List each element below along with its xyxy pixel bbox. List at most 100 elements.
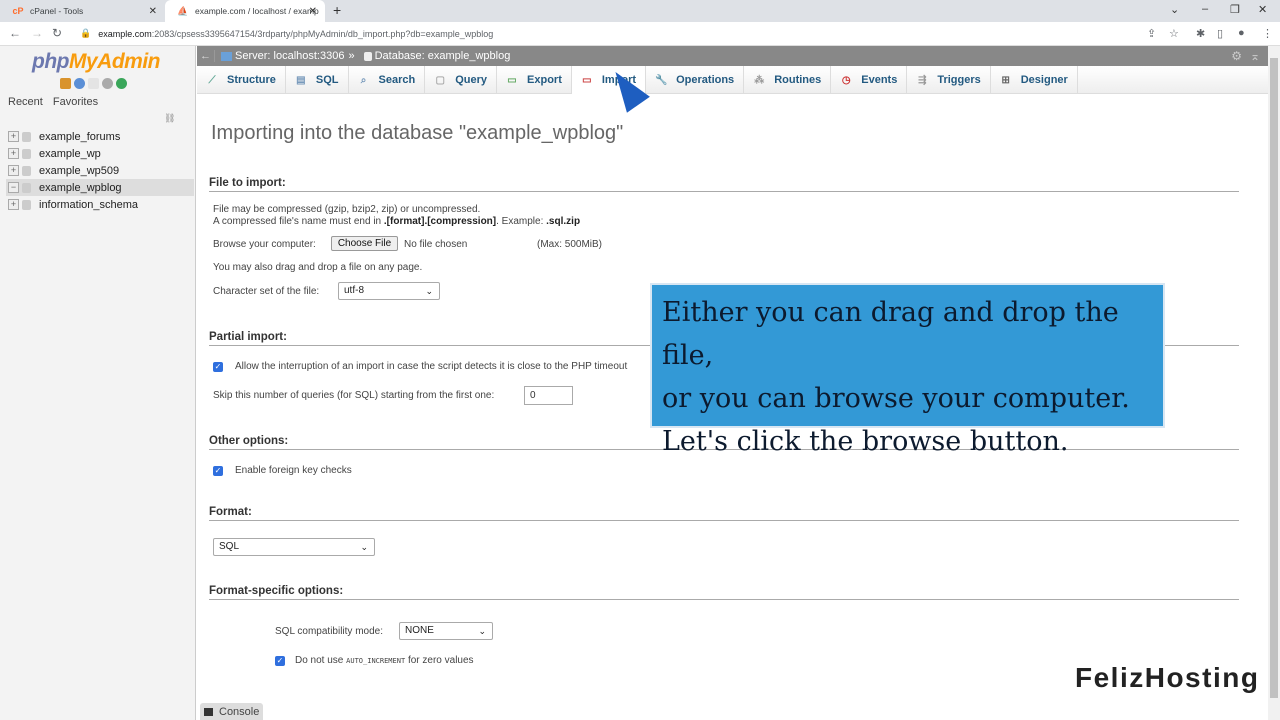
home-icon[interactable] bbox=[60, 78, 71, 89]
phpmyadmin-logo[interactable]: phpMyAdmin bbox=[32, 50, 160, 74]
text: A compressed file's name must end in bbox=[213, 216, 384, 227]
scrollbar-thumb[interactable] bbox=[1270, 58, 1278, 698]
tab-label: Operations bbox=[676, 74, 735, 86]
database-icon bbox=[22, 131, 31, 142]
close-window-icon[interactable]: ✕ bbox=[1258, 3, 1267, 16]
address-bar: ← → ↻ 🔒 example.com :2083/cpsess33956471… bbox=[0, 22, 1280, 46]
forward-icon[interactable]: → bbox=[31, 26, 43, 40]
menu-kebab-icon[interactable]: ⋮ bbox=[1262, 27, 1273, 40]
drag-drop-hint: You may also drag and drop a file on any… bbox=[213, 262, 423, 273]
tab-sql[interactable]: ▤ SQL bbox=[286, 66, 349, 94]
page-scrollbar[interactable] bbox=[1268, 46, 1280, 720]
format-select[interactable]: SQL ⌄ bbox=[213, 538, 375, 556]
lock-icon: 🔒 bbox=[80, 28, 92, 38]
tab-search[interactable]: ⌕ Search bbox=[349, 66, 426, 94]
url-path: :2083/cpsess3395647154/3rdparty/phpMyAdm… bbox=[151, 28, 494, 39]
sql-icon: ▤ bbox=[296, 74, 306, 86]
compat-mode-label: SQL compatibility mode: bbox=[275, 626, 384, 637]
browser-tab-phpmyadmin[interactable]: ⛵ example.com / localhost / examp ✕ bbox=[165, 0, 325, 22]
format-hint: .[format].[compression] bbox=[383, 216, 497, 227]
tab-triggers[interactable]: ⇶ Triggers bbox=[907, 66, 991, 94]
reload-nav-icon[interactable] bbox=[116, 78, 127, 89]
back-icon[interactable]: ← bbox=[9, 26, 21, 40]
text: for zero values bbox=[405, 655, 474, 666]
allow-interrupt-label: Allow the interruption of an import in c… bbox=[235, 361, 628, 372]
db-item[interactable]: + example_wp509 bbox=[6, 162, 194, 179]
no-auto-increment-checkbox[interactable]: ✓ bbox=[275, 656, 285, 666]
db-item-active[interactable]: − example_wpblog bbox=[6, 179, 194, 196]
gear-icon[interactable]: ⚙ bbox=[1231, 49, 1242, 63]
tab-search-icon[interactable]: ⌄ bbox=[1170, 3, 1179, 16]
database-icon bbox=[363, 51, 372, 61]
sidebar-tab-favorites[interactable]: Favorites bbox=[53, 96, 98, 108]
console-toggle[interactable]: Console bbox=[200, 703, 264, 720]
query-icon: ▢ bbox=[435, 74, 445, 86]
caption-line: Either you can drag and drop the file, bbox=[662, 297, 1119, 371]
db-name: example_wp509 bbox=[39, 164, 120, 177]
tab-label: Structure bbox=[227, 74, 276, 86]
database-tree: + example_forums + example_wp + example_wp5… bbox=[6, 128, 194, 213]
settings-icon[interactable] bbox=[102, 78, 113, 89]
section-format-specific-options: Format-specific options: bbox=[209, 585, 1239, 600]
url-host: example.com bbox=[98, 28, 152, 39]
expand-icon[interactable]: + bbox=[8, 165, 19, 176]
compat-mode-select[interactable]: NONE ⌄ bbox=[399, 622, 493, 640]
tab-label: cPanel - Tools bbox=[30, 6, 84, 16]
db-item[interactable]: + example_forums bbox=[6, 128, 194, 145]
tab-events[interactable]: ◷ Events bbox=[831, 66, 908, 94]
breadcrumb-database[interactable]: Database: example_wpblog bbox=[375, 50, 511, 62]
compress-info-line2: A compressed file's name must end in .[f… bbox=[213, 216, 580, 227]
database-icon bbox=[22, 165, 31, 176]
reload-icon[interactable]: ↻ bbox=[52, 26, 62, 40]
bookmark-star-icon[interactable]: ☆ bbox=[1169, 27, 1179, 40]
console-label: Console bbox=[219, 705, 260, 718]
sidebar-tabs: Recent Favorites bbox=[8, 96, 98, 108]
db-item[interactable]: + example_wp bbox=[6, 145, 194, 162]
tab-export[interactable]: ▭ Export bbox=[497, 66, 572, 94]
collapse-sidebar-icon[interactable]: ← bbox=[197, 50, 215, 62]
link-with-main-icon[interactable]: ⛓ bbox=[164, 113, 175, 124]
charset-label: Character set of the file: bbox=[213, 286, 320, 297]
sidebar-tab-recent[interactable]: Recent bbox=[8, 96, 43, 108]
profile-icon[interactable]: ● bbox=[1238, 27, 1245, 39]
tab-label: SQL bbox=[315, 74, 339, 86]
browse-label: Browse your computer: bbox=[213, 239, 316, 250]
charset-select[interactable]: utf-8 ⌄ bbox=[338, 282, 440, 300]
tab-query[interactable]: ▢ Query bbox=[425, 66, 498, 94]
new-tab-icon[interactable]: + bbox=[333, 2, 341, 18]
tab-designer[interactable]: ⊞ Designer bbox=[991, 66, 1078, 94]
side-panel-icon[interactable]: ▯ bbox=[1217, 27, 1223, 40]
tab-operations[interactable]: 🔧 Operations bbox=[646, 66, 745, 94]
docs-icon[interactable] bbox=[88, 78, 99, 89]
database-icon bbox=[22, 182, 31, 193]
tutorial-caption: Either you can drag and drop the file, o… bbox=[650, 283, 1165, 457]
breadcrumb-server[interactable]: Server: localhost:3306 bbox=[235, 50, 344, 62]
collapse-icon[interactable]: − bbox=[8, 182, 19, 193]
allow-interrupt-checkbox[interactable]: ✓ bbox=[213, 362, 223, 372]
section-file-to-import: File to import: bbox=[209, 177, 1239, 192]
tab-structure[interactable]: ⟋ Structure bbox=[197, 66, 286, 94]
expand-icon[interactable]: + bbox=[8, 148, 19, 159]
tab-routines[interactable]: ⁂ Routines bbox=[744, 66, 832, 94]
browser-tab-cpanel[interactable]: cP cPanel - Tools ✕ bbox=[0, 0, 165, 22]
close-tab-icon[interactable]: ✕ bbox=[309, 6, 317, 17]
extensions-icon[interactable]: ✱ bbox=[1196, 27, 1205, 40]
tab-label: Export bbox=[527, 74, 562, 86]
restore-icon[interactable]: ❐ bbox=[1230, 3, 1240, 16]
skip-queries-input[interactable]: 0 bbox=[524, 386, 573, 405]
scroll-top-icon[interactable]: ⌅ bbox=[1250, 49, 1260, 63]
share-icon[interactable]: ⇪ bbox=[1147, 27, 1156, 40]
help-icon[interactable] bbox=[74, 78, 85, 89]
url-field[interactable]: 🔒 example.com :2083/cpsess3395647154/3rd… bbox=[80, 28, 493, 39]
minimize-icon[interactable]: – bbox=[1202, 3, 1208, 15]
db-name: example_forums bbox=[39, 130, 121, 143]
expand-icon[interactable]: + bbox=[8, 131, 19, 142]
import-icon: ▭ bbox=[582, 74, 592, 86]
events-icon: ◷ bbox=[841, 74, 851, 86]
db-item[interactable]: + information_schema bbox=[6, 196, 194, 213]
close-tab-icon[interactable]: ✕ bbox=[149, 6, 157, 17]
expand-icon[interactable]: + bbox=[8, 199, 19, 210]
choose-file-button[interactable]: Choose File bbox=[331, 236, 398, 251]
code-text: AUTO_INCREMENT bbox=[346, 657, 406, 665]
foreign-key-checks-checkbox[interactable]: ✓ bbox=[213, 466, 223, 476]
